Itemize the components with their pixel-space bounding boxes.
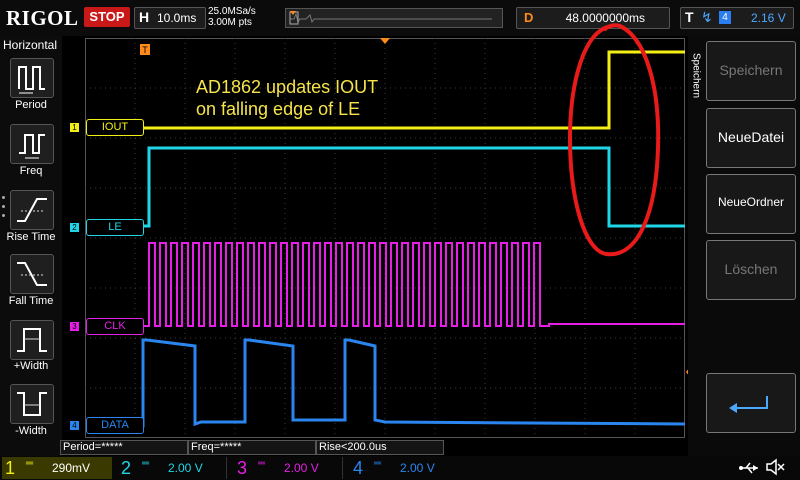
ch2-status-number: 2 (120, 458, 131, 478)
ch4-number: 4 (70, 421, 79, 430)
freq-label: Freq (19, 165, 43, 177)
ch2-status[interactable]: 2 ═ 2.00 V (118, 457, 227, 479)
period-label: Period (15, 99, 47, 111)
freq-icon (19, 134, 45, 159)
speichern-label: Speichern (719, 62, 783, 78)
annotation-line-1: AD1862 updates IOUT (196, 77, 379, 97)
red-highlight-circle (567, 23, 661, 257)
enter-icon (729, 396, 768, 413)
ch4-status-number: 4 (352, 458, 363, 478)
neg-width-icon (17, 392, 47, 416)
neue-datei-button[interactable]: NeueDatei (706, 108, 796, 168)
ch3-label[interactable]: CLK (86, 318, 144, 335)
ch2-number: 2 (70, 223, 79, 232)
rigol-logo: RIGOL (6, 6, 79, 30)
trigger-key: T (685, 9, 694, 25)
delay-key: D (524, 10, 534, 25)
neue-datei-label: NeueDatei (717, 129, 785, 145)
neg-width-button[interactable] (10, 384, 54, 424)
memory-position-bar[interactable] (285, 8, 503, 28)
trigger-level: 2.16 V (751, 11, 786, 25)
measurement-period[interactable]: Period=***** (60, 440, 188, 455)
run-stop-button[interactable]: STOP (84, 7, 130, 27)
dc-coupling-icon: ═ (142, 458, 150, 469)
ch4-trace (137, 338, 685, 428)
memory-depth: 3.00M pts (208, 17, 252, 28)
falling-edge-icon: ↯ (701, 9, 713, 25)
ch4-label[interactable]: DATA (86, 417, 144, 434)
neg-width-label: -Width (15, 425, 47, 437)
rise-time-label: Rise Time (6, 231, 56, 243)
sound-muted-icon[interactable] (764, 458, 786, 476)
acquisition-readout: 25.0MSa/s 3.00M pts (208, 6, 256, 28)
svg-text:T: T (142, 45, 148, 55)
pos-width-label: +Width (13, 360, 49, 372)
fall-time-label: Fall Time (8, 295, 54, 307)
ch4-scale: 2.00 V (400, 461, 435, 475)
speichern-button[interactable]: Speichern (706, 41, 796, 101)
dc-coupling-icon: ═ (26, 458, 34, 469)
period-button[interactable] (10, 58, 54, 98)
dc-coupling-icon: ═ (258, 458, 266, 469)
horizontal-menu-title: Horizontal (2, 38, 58, 52)
dc-coupling-icon: ═ (374, 458, 382, 469)
ch4-status[interactable]: 4 ═ 2.00 V (350, 457, 458, 479)
annotation-text: AD1862 updates IOUT on falling edge of L… (196, 76, 378, 120)
pos-width-button[interactable] (10, 320, 54, 360)
loeschen-button[interactable]: Löschen (706, 240, 796, 300)
ch2-label[interactable]: LE (86, 219, 144, 236)
page-dots (2, 196, 5, 217)
fall-time-button[interactable] (10, 254, 54, 294)
memory-waveform-icon (289, 11, 492, 25)
timebase-value: 10.0ms (157, 11, 197, 25)
save-menu-title-box: Speichern (689, 42, 703, 112)
neue-ordner-label: NeueOrdner (717, 195, 785, 209)
freq-button[interactable] (10, 124, 54, 164)
rise-time-button[interactable] (10, 190, 54, 230)
annotation-line-2: on falling edge of LE (196, 99, 361, 119)
ch1-status-number: 1 (4, 458, 15, 478)
loeschen-label: Löschen (724, 261, 778, 277)
trigger-position-marker[interactable]: T (140, 44, 150, 55)
rise-time-icon (17, 198, 47, 222)
timebase-key: H (139, 9, 150, 25)
timebase-readout[interactable]: H 10.0ms (134, 7, 206, 29)
ch3-number: 3 (70, 322, 79, 331)
enter-button[interactable] (706, 373, 796, 433)
ch3-scale: 2.00 V (284, 461, 319, 475)
time-center-marker (380, 38, 390, 44)
trigger-source: 4 (719, 11, 731, 24)
ch3-status[interactable]: 3 ═ 2.00 V (234, 457, 343, 479)
neue-ordner-button[interactable]: NeueOrdner (706, 174, 796, 234)
pos-width-icon (17, 328, 47, 352)
ch2-scale: 2.00 V (168, 461, 203, 475)
ch1-status[interactable]: 1 ═ 290mV (2, 457, 112, 479)
fall-time-icon (17, 262, 47, 286)
trigger-readout[interactable]: T ↯ 4 2.16 V (680, 7, 794, 29)
ch1-label[interactable]: IOUT (86, 119, 144, 136)
measurement-rise[interactable]: Rise<200.0us (316, 440, 444, 455)
ch1-number: 1 (70, 123, 79, 132)
ch1-scale: 290mV (52, 461, 91, 475)
sample-rate: 25.0MSa/s (208, 6, 256, 17)
ch3-status-number: 3 (236, 458, 247, 478)
save-menu-title: Speichern (690, 52, 702, 99)
measurement-freq[interactable]: Freq=***** (188, 440, 316, 455)
period-icon (18, 66, 45, 94)
usb-icon (739, 462, 758, 474)
